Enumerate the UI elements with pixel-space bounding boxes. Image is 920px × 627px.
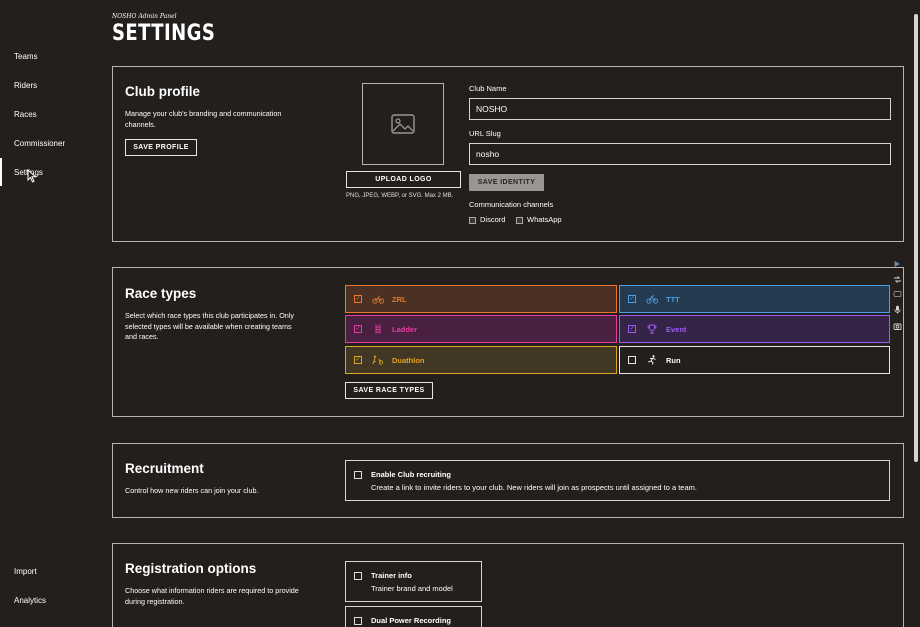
trainer-info-checkbox[interactable] <box>354 572 362 580</box>
ladder-label: Ladder <box>392 324 418 334</box>
chat-icon[interactable] <box>891 288 903 300</box>
trainer-info-option[interactable]: Trainer info Trainer brand and model <box>345 561 482 602</box>
race-type-run[interactable]: Run <box>619 346 890 374</box>
zrl-checkbox[interactable]: ✓ <box>354 295 362 303</box>
race-types-description: Select which race types this club partic… <box>125 311 294 341</box>
club-profile-card: Club profile Manage your club's branding… <box>112 66 904 242</box>
scrollbar[interactable] <box>914 14 918 462</box>
trainer-info-description: Trainer brand and model <box>371 584 453 593</box>
image-icon <box>391 114 415 134</box>
race-types-title: Race types <box>125 286 197 301</box>
trainer-info-title: Trainer info <box>371 571 412 580</box>
ttt-checkbox[interactable]: ✓ <box>628 295 636 303</box>
registration-options-description: Choose what information riders are requi… <box>125 586 299 606</box>
duathlon-label: Duathlon <box>392 355 425 365</box>
dual-power-checkbox[interactable] <box>354 617 362 625</box>
club-name-label: Club Name <box>469 84 507 93</box>
sidebar-item-riders[interactable]: Riders <box>14 81 37 90</box>
play-icon[interactable] <box>891 258 903 270</box>
logo-placeholder[interactable] <box>362 83 444 165</box>
race-type-duathlon[interactable]: ✓ Duathlon <box>345 346 617 374</box>
ladder-checkbox[interactable]: ✓ <box>354 325 362 333</box>
club-profile-title: Club profile <box>125 84 200 99</box>
save-identity-button[interactable]: SAVE IDENTITY <box>469 174 544 191</box>
sidebar: Teams Riders Races Commissioner Settings… <box>0 0 100 627</box>
run-checkbox[interactable] <box>628 356 636 364</box>
channels-label: Communication channels <box>469 200 554 209</box>
enable-recruiting-description: Create a link to invite riders to your c… <box>371 483 697 492</box>
race-type-event[interactable]: ✓ Event <box>619 315 890 343</box>
race-types-card: Race types Select which race types this … <box>112 267 904 417</box>
whatsapp-label: WhatsApp <box>527 215 562 224</box>
upload-logo-button[interactable]: UPLOAD LOGO <box>346 171 461 188</box>
event-label: Event <box>666 324 687 334</box>
save-race-types-button[interactable]: SAVE RACE TYPES <box>345 382 433 399</box>
cyclist-icon <box>372 294 384 304</box>
dual-power-option[interactable]: Dual Power Recording <box>345 606 482 627</box>
mic-icon[interactable] <box>891 303 903 315</box>
sidebar-item-teams[interactable]: Teams <box>14 52 38 61</box>
bike-icon <box>646 294 658 304</box>
recruitment-card: Recruitment Control how new riders can j… <box>112 443 904 518</box>
sidebar-item-analytics[interactable]: Analytics <box>14 596 46 605</box>
enable-recruiting-option[interactable]: Enable Club recruiting Create a link to … <box>345 460 890 501</box>
sidebar-item-races[interactable]: Races <box>14 110 37 119</box>
registration-options-title: Registration options <box>125 561 257 576</box>
active-indicator <box>0 158 2 186</box>
club-profile-description: Manage your club's branding and communic… <box>125 109 282 129</box>
race-type-ttt[interactable]: ✓ TTT <box>619 285 890 313</box>
race-type-zrl[interactable]: ✓ ZRL <box>345 285 617 313</box>
discord-label: Discord <box>480 215 506 224</box>
run-label: Run <box>666 355 681 365</box>
url-slug-label: URL Slug <box>469 129 501 138</box>
trophy-icon <box>646 324 658 334</box>
dual-power-title: Dual Power Recording <box>371 616 452 625</box>
recruitment-title: Recruitment <box>125 461 204 476</box>
zrl-label: ZRL <box>392 294 407 304</box>
event-checkbox[interactable]: ✓ <box>628 325 636 333</box>
runner-icon <box>646 355 658 365</box>
url-slug-input[interactable] <box>469 143 891 165</box>
camera-icon[interactable] <box>891 320 903 332</box>
mouse-cursor-icon <box>27 168 37 186</box>
sidebar-item-import[interactable]: Import <box>14 567 37 576</box>
whatsapp-checkbox[interactable] <box>516 217 523 224</box>
enable-recruiting-checkbox[interactable] <box>354 471 362 479</box>
save-profile-button[interactable]: SAVE PROFILE <box>125 139 197 156</box>
duathlon-icon <box>372 355 384 365</box>
page-title: SETTINGS <box>112 21 216 46</box>
club-name-input[interactable] <box>469 98 891 120</box>
duathlon-checkbox[interactable]: ✓ <box>354 356 362 364</box>
registration-options-card: Registration options Choose what informa… <box>112 543 904 627</box>
discord-checkbox[interactable] <box>469 217 476 224</box>
recruitment-description: Control how new riders can join your clu… <box>125 486 259 495</box>
ttt-label: TTT <box>666 294 680 304</box>
share-icon[interactable] <box>891 273 903 285</box>
race-type-ladder[interactable]: ✓ Ladder <box>345 315 617 343</box>
sidebar-item-commissioner[interactable]: Commissioner <box>14 139 65 148</box>
ladder-icon <box>372 324 384 334</box>
page-subtitle: NOSHO Admin Panel <box>112 13 177 20</box>
logo-hint: PNG, JPEG, WEBP, or SVG. Max 2 MB. <box>346 193 454 199</box>
enable-recruiting-title: Enable Club recruiting <box>371 470 452 479</box>
